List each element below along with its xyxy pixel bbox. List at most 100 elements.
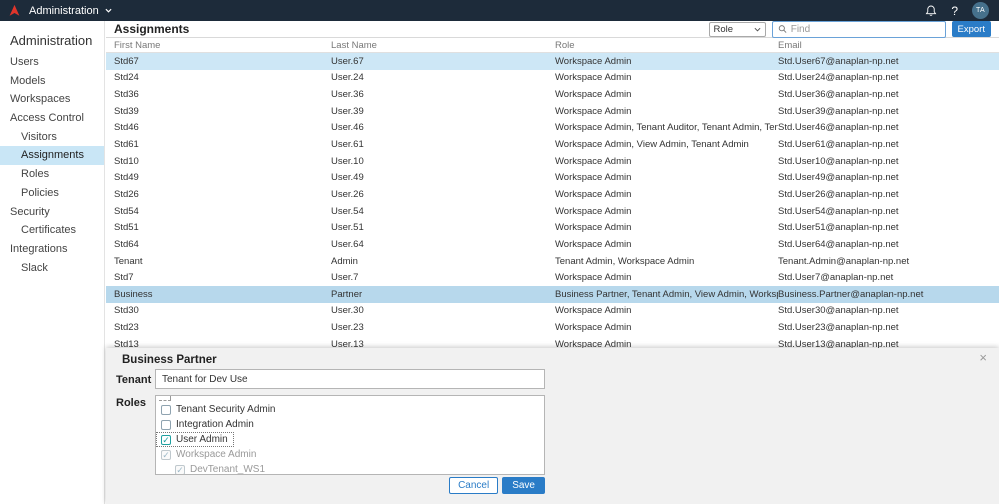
- table-row[interactable]: Std49 User.49 Workspace Admin Std.User49@an…: [106, 169, 999, 186]
- first-name-cell: Std61: [114, 139, 139, 151]
- sidebar-item-certificates[interactable]: Certificates: [0, 221, 104, 240]
- find-input[interactable]: [790, 23, 940, 35]
- bell-icon[interactable]: [925, 4, 937, 17]
- first-name-cell: Std67: [114, 55, 139, 67]
- email-cell: Std.User49@anaplan-np.net: [778, 172, 899, 184]
- email-cell: Std.User24@anaplan-np.net: [778, 72, 899, 84]
- role-cell: Workspace Admin: [555, 222, 632, 234]
- last-name-cell: User.24: [331, 72, 364, 84]
- close-icon[interactable]: ×: [979, 351, 987, 365]
- help-icon[interactable]: ?: [951, 4, 958, 18]
- table-row[interactable]: Std23 User.23 Workspace Admin Std.User23@an…: [106, 319, 999, 336]
- table-row[interactable]: Std26 User.26 Workspace Admin Std.User26@an…: [106, 186, 999, 203]
- table-row[interactable]: Std30 User.30 Workspace Admin Std.User30@an…: [106, 303, 999, 320]
- sidebar-item-models[interactable]: Models: [0, 72, 104, 91]
- page-title: Assignments: [114, 22, 190, 36]
- email-cell: Std.User36@anaplan-np.net: [778, 89, 899, 101]
- save-button[interactable]: Save: [502, 477, 545, 494]
- table-row[interactable]: Business Partner Business Partner, Tenant …: [106, 285, 999, 303]
- first-name-cell: Std7: [114, 272, 134, 284]
- last-name-cell: User.64: [331, 238, 364, 250]
- table-row[interactable]: Std24 User.24 Workspace Admin Std.User24@an…: [106, 70, 999, 87]
- last-name-cell: User.49: [331, 172, 364, 184]
- column-header-first-name[interactable]: First Name: [114, 40, 331, 51]
- role-filter-select[interactable]: Role: [708, 21, 766, 37]
- role-filter-label: Role: [713, 23, 734, 35]
- role-option-label: User Admin: [176, 434, 228, 445]
- anaplan-logo-icon[interactable]: [8, 4, 21, 17]
- table-row[interactable]: Std64 User.64 Workspace Admin Std.User64@an…: [106, 236, 999, 253]
- role-option-tenant-security-admin[interactable]: Tenant Security Admin: [156, 402, 282, 417]
- table-row[interactable]: Std7 User.7 Workspace Admin Std.User7@anapl…: [106, 269, 999, 286]
- checkbox-unchecked[interactable]: [161, 404, 171, 415]
- export-button[interactable]: Export: [951, 21, 991, 37]
- email-cell: Std.User54@anaplan-np.net: [778, 205, 899, 217]
- roles-field-label: Roles: [116, 397, 146, 409]
- search-icon: [778, 25, 786, 33]
- sidebar-item-access-control[interactable]: Access Control: [0, 109, 104, 128]
- app-switcher-menu[interactable]: Administration: [29, 5, 112, 17]
- sidebar-item-workspaces[interactable]: Workspaces: [0, 90, 104, 109]
- first-name-cell: Std26: [114, 188, 139, 200]
- sidebar-item-slack[interactable]: Slack: [0, 259, 104, 278]
- role-option-workspace-admin: ✓ Workspace Admin: [156, 447, 262, 462]
- role-cell: Workspace Admin: [555, 89, 632, 101]
- sidebar: Administration Users Models Workspaces Acce…: [0, 21, 105, 504]
- cancel-button[interactable]: Cancel: [449, 477, 499, 494]
- avatar[interactable]: TA: [972, 2, 989, 19]
- sidebar-item-policies[interactable]: Policies: [0, 184, 104, 203]
- table-header-row: First Name Last Name Role Email: [106, 38, 999, 53]
- email-cell: Std.User10@anaplan-np.net: [778, 155, 899, 167]
- clipped-item-indicator: [159, 396, 171, 401]
- email-cell: Std.User39@anaplan-np.net: [778, 105, 899, 117]
- role-cell: Tenant Admin, Workspace Admin: [555, 255, 695, 267]
- sidebar-item-roles[interactable]: Roles: [0, 165, 104, 184]
- table-row[interactable]: Std61 User.61 Workspace Admin, View Admin,…: [106, 136, 999, 153]
- first-name-cell: Std46: [114, 122, 139, 134]
- email-cell: Std.User26@anaplan-np.net: [778, 188, 899, 200]
- first-name-cell: Std23: [114, 322, 139, 334]
- column-header-email[interactable]: Email: [778, 40, 999, 51]
- sidebar-nav: Users Models Workspaces Access Control Visit…: [0, 53, 104, 277]
- table-row[interactable]: Std46 User.46 Workspace Admin, Tenant Audi…: [106, 120, 999, 137]
- checkbox-checked: ✓: [161, 449, 171, 460]
- role-option-devtenant-ws1: ✓ DevTenant_WS1: [170, 462, 271, 475]
- checkbox-checked: ✓: [175, 464, 185, 475]
- table-row[interactable]: Tenant Admin Tenant Admin, Workspace Admin…: [106, 253, 999, 270]
- table-row[interactable]: Std36 User.36 Workspace Admin Std.User36@an…: [106, 86, 999, 103]
- last-name-cell: Admin: [331, 255, 358, 267]
- table-row[interactable]: Std10 User.10 Workspace Admin Std.User10@an…: [106, 153, 999, 170]
- role-cell: Workspace Admin: [555, 322, 632, 334]
- table-row[interactable]: Std39 User.39 Workspace Admin Std.User39@an…: [106, 103, 999, 120]
- sidebar-item-integrations[interactable]: Integrations: [0, 240, 104, 259]
- sidebar-title: Administration: [10, 33, 93, 48]
- column-header-role[interactable]: Role: [555, 40, 778, 51]
- role-cell: Workspace Admin: [555, 238, 632, 250]
- checkbox-checked[interactable]: ✓: [161, 434, 171, 445]
- last-name-cell: User.36: [331, 89, 364, 101]
- checkbox-unchecked[interactable]: [161, 419, 171, 430]
- email-cell: Std.User67@anaplan-np.net: [778, 55, 899, 67]
- sidebar-item-visitors[interactable]: Visitors: [0, 128, 104, 147]
- sidebar-item-users[interactable]: Users: [0, 53, 104, 72]
- sidebar-item-assignments[interactable]: Assignments: [0, 146, 104, 166]
- first-name-cell: Std51: [114, 222, 139, 234]
- find-search[interactable]: [771, 20, 946, 38]
- role-option-integration-admin[interactable]: Integration Admin: [156, 417, 260, 432]
- email-cell: Std.User64@anaplan-np.net: [778, 238, 899, 250]
- email-cell: Business.Partner@anaplan-np.net: [778, 288, 924, 300]
- table-row[interactable]: Std54 User.54 Workspace Admin Std.User54@an…: [106, 203, 999, 220]
- first-name-cell: Std30: [114, 305, 139, 317]
- sidebar-item-security[interactable]: Security: [0, 203, 104, 222]
- role-cell: Workspace Admin: [555, 272, 632, 284]
- table-row[interactable]: Std67 User.67 Workspace Admin Std.User67@an…: [106, 53, 999, 70]
- role-cell: Workspace Admin: [555, 305, 632, 317]
- table-row[interactable]: Std51 User.51 Workspace Admin Std.User51@an…: [106, 219, 999, 236]
- email-cell: Std.User51@anaplan-np.net: [778, 222, 899, 234]
- first-name-cell: Std49: [114, 172, 139, 184]
- tenant-input[interactable]: [155, 369, 545, 389]
- role-cell: Workspace Admin: [555, 55, 632, 67]
- column-header-last-name[interactable]: Last Name: [331, 40, 555, 51]
- role-option-user-admin[interactable]: ✓ User Admin: [156, 432, 234, 447]
- last-name-cell: User.10: [331, 155, 364, 167]
